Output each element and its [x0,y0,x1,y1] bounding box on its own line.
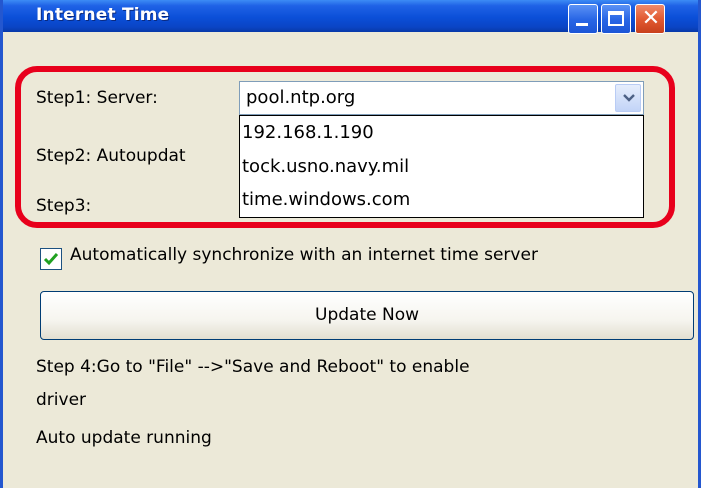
close-button[interactable]: ✕ [635,4,665,34]
minimize-button[interactable] [568,4,598,34]
checkmark-icon [43,253,59,266]
annotation-highlight-ring [15,66,675,228]
status-text: Auto update running [36,428,212,448]
maximize-icon [608,11,624,26]
title-bar[interactable]: Internet Time ✕ [3,0,698,34]
minimize-icon [576,23,588,26]
auto-sync-label[interactable]: Automatically synchronize with an intern… [70,245,538,265]
close-icon: ✕ [641,6,661,31]
update-now-button[interactable]: Update Now [40,291,694,340]
auto-sync-checkbox[interactable] [40,248,62,270]
internet-time-window: Internet Time ✕ Step1: Server: Step2: Au… [0,0,701,488]
window-title: Internet Time [36,5,170,25]
maximize-button[interactable] [601,4,631,34]
step4-instruction-line1: Step 4:Go to "File" -->"Save and Reboot"… [36,357,470,377]
step4-instruction-line2: driver [36,390,87,410]
